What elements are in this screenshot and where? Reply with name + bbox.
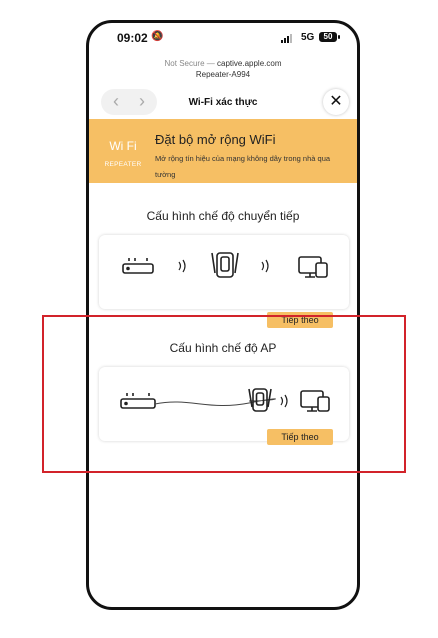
network-type: 5G: [301, 32, 315, 43]
host-label: captive.apple.com: [217, 59, 282, 68]
wifi-waves-icon: [261, 259, 269, 273]
banner-description: Mở rộng tín hiệu của mạng không dây tron…: [155, 154, 331, 179]
status-bar: 09:02 🔕 5G 50: [89, 23, 357, 53]
url-line: Not Secure — captive.apple.com: [89, 58, 357, 69]
wifi-waves-icon: [178, 259, 186, 273]
highlight-box: [42, 315, 406, 473]
repeater-mode-card[interactable]: Tiếp theo: [99, 235, 349, 328]
close-icon[interactable]: ✕: [323, 89, 349, 115]
devices-icon: [298, 256, 328, 278]
repeater-device-icon: [211, 252, 239, 278]
router-icon: [122, 258, 154, 274]
repeater-diagram: [122, 252, 328, 278]
logo-sub-text: REPEATER: [104, 161, 142, 168]
banner-title: Đặt bộ mở rộng WiFi: [155, 132, 276, 147]
bell-muted-icon: 🔕: [151, 31, 164, 42]
security-label: Not Secure —: [164, 59, 215, 68]
battery-cap: [338, 35, 340, 39]
banner: Wi Fi REPEATER Đặt bộ mở rộng WiFi Mở rộ…: [89, 119, 357, 183]
section-title-repeater: Cấu hình chế độ chuyển tiếp: [146, 209, 300, 223]
status-time: 09:02: [117, 31, 148, 45]
signal-icon: [281, 33, 295, 43]
network-name: Repeater-A994: [195, 70, 251, 79]
logo-wifi-text: Wi Fi: [109, 139, 137, 153]
battery-icon: 50: [319, 32, 337, 42]
page-title: Wi-Fi xác thực: [188, 97, 258, 108]
wifi-repeater-logo: Wi Fi REPEATER: [97, 139, 149, 173]
